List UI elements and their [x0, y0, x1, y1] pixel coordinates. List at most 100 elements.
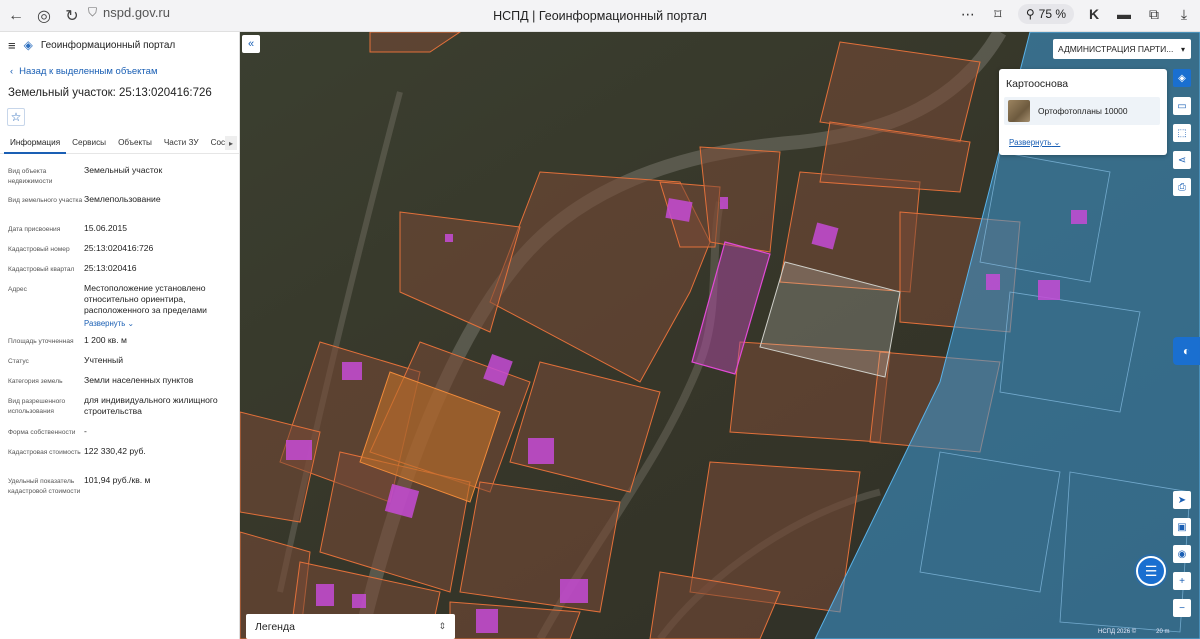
legend-label: Легенда	[255, 620, 295, 633]
app-name: Геоинформационный портал	[40, 39, 176, 51]
bookmark-icon[interactable]: ⌑	[988, 4, 1008, 24]
prop-value: Землепользование	[84, 194, 161, 204]
tab-parts[interactable]: Части ЗУ	[158, 134, 205, 154]
address-expand-link[interactable]: Развернуть ⌄	[84, 318, 134, 329]
basemap-option-label: Ортофотопланы 10000	[1038, 106, 1128, 116]
extension-k-icon[interactable]: K	[1084, 4, 1104, 24]
building[interactable]	[986, 274, 1000, 290]
prop-row: Кадастровая стоимость 122 330,42 руб.	[0, 445, 239, 474]
prop-label: Вид разрешенного использования	[8, 398, 66, 415]
prop-row: Категория земель Земли населенных пункто…	[0, 374, 239, 394]
basemap-expand-link[interactable]: Развернуть ⌄	[1009, 138, 1060, 147]
prop-value: 15.06.2015	[84, 223, 128, 233]
shield-icon: ⛉	[88, 5, 98, 19]
print-icon[interactable]: ⎙	[1173, 178, 1191, 196]
prop-value: 25:13:020416:726	[84, 243, 154, 253]
zoom-pill[interactable]: ⚲ 75 %	[1017, 4, 1074, 24]
tab-information[interactable]: Информация	[4, 134, 67, 154]
prop-value: Земли населенных пунктов	[84, 375, 194, 385]
layers-tool-icon[interactable]: ◈	[1173, 69, 1191, 87]
prop-value: для индивидуального жилищного строительс…	[84, 395, 218, 416]
collapse-panel-icon[interactable]: «	[242, 35, 260, 53]
building[interactable]	[560, 579, 588, 603]
prop-label: Категория земель	[8, 378, 63, 385]
map-view-icon[interactable]: ▣	[1173, 518, 1191, 536]
url-text: nspd.gov.ru	[103, 5, 170, 20]
admin-select-value: АДМИНИСТРАЦИЯ ПАРТИ...	[1058, 44, 1174, 54]
prop-row: Кадастровый номер 25:13:020416:726	[0, 242, 239, 262]
prop-label: Вид земельного участка	[8, 197, 83, 204]
tab-services[interactable]: Сервисы	[66, 134, 112, 154]
puzzle-icon[interactable]: ⧉	[1144, 4, 1164, 24]
prop-value: Местоположение установлено относительно …	[84, 282, 231, 334]
admin-district-select[interactable]: АДМИНИСТРАЦИЯ ПАРТИ... ▾	[1053, 39, 1191, 59]
address-bar[interactable]: ⛉ nspd.gov.ru	[88, 5, 170, 20]
land-parcel[interactable]	[459, 481, 621, 613]
prop-label: Кадастровая стоимость	[8, 449, 81, 456]
select-area-icon[interactable]: ⬚	[1173, 124, 1191, 142]
basemap-title: Картооснова	[1006, 78, 1069, 90]
hat-icon[interactable]: ▬	[1114, 4, 1134, 24]
share-icon[interactable]: ⋖	[1173, 151, 1191, 169]
zoom-out-icon[interactable]: −	[1173, 599, 1191, 617]
prop-row: Удельный показатель кадастровой стоимост…	[0, 474, 239, 508]
attribution-text: НСПД 2026 ©	[1098, 629, 1137, 635]
prop-label: Форма собственности	[8, 429, 76, 436]
building[interactable]	[476, 609, 498, 633]
building[interactable]	[720, 197, 728, 209]
prop-value: 25:13:020416	[84, 263, 137, 273]
info-panel: ≡ ◈ Геоинформационный портал ‹ Назад к в…	[0, 32, 240, 639]
menu-icon[interactable]: ≡	[8, 38, 16, 53]
prop-label: Кадастровый номер	[8, 246, 70, 253]
prop-row: Площадь уточненная 1 200 кв. м	[0, 334, 239, 354]
prop-value: 122 330,42 руб.	[84, 446, 146, 456]
building[interactable]	[528, 438, 554, 464]
locate-icon[interactable]: ➤	[1173, 491, 1191, 509]
building[interactable]	[342, 362, 362, 380]
download-icon[interactable]: ⤓	[1174, 4, 1194, 24]
prop-label: Адрес	[8, 286, 27, 293]
basemap-option[interactable]: Ортофотопланы 10000	[1004, 97, 1160, 125]
basemap-panel: Картооснова Ортофотопланы 10000 Разверну…	[999, 69, 1167, 155]
map-attribution: НСПД 2026 © 20 m	[1098, 629, 1170, 635]
zoom-in-icon[interactable]: +	[1173, 572, 1191, 590]
building[interactable]	[286, 440, 312, 460]
portal-logo-icon: ◈	[23, 38, 33, 52]
building[interactable]	[316, 584, 334, 606]
back-arrow-icon[interactable]: ←	[2, 2, 30, 30]
zoom-level: 75 %	[1038, 7, 1066, 21]
land-parcel[interactable]	[699, 146, 781, 253]
prop-row: Вид объекта недвижимости Земельный участ…	[0, 164, 239, 193]
legend-bar[interactable]: Легенда ⇕	[246, 614, 455, 639]
prop-value: -	[84, 426, 87, 436]
prop-value: Учтенный	[84, 355, 124, 365]
building[interactable]	[352, 594, 366, 608]
building[interactable]	[1038, 280, 1060, 300]
account-icon[interactable]: ◎	[30, 2, 58, 30]
tab-objects[interactable]: Объекты	[112, 134, 158, 154]
prop-row: Адрес Местоположение установлено относит…	[0, 282, 239, 334]
tabs-scroll-right-icon[interactable]: ▸	[225, 136, 237, 150]
reload-icon[interactable]: ↻	[58, 2, 86, 30]
building[interactable]	[665, 198, 693, 222]
more-icon[interactable]: ⋯	[958, 4, 978, 24]
favorite-star-icon[interactable]: ☆	[7, 108, 25, 126]
address-value: Местоположение установлено относительно …	[84, 283, 207, 315]
location-pin-icon[interactable]: ◉	[1173, 545, 1191, 563]
prop-row: Вид земельного участка Землепользование	[0, 193, 239, 222]
building[interactable]	[1071, 210, 1087, 224]
chevron-down-icon: ▾	[1180, 44, 1185, 54]
prop-label: Удельный показатель кадастровой стоимост…	[8, 478, 81, 495]
chat-icon[interactable]: ☰	[1136, 556, 1166, 586]
prop-label: Дата присвоения	[8, 226, 61, 233]
object-title: Земельный участок: 25:13:020416:726	[8, 87, 212, 99]
browser-toolbar: ← ◎ ↻ ⛉ nspd.gov.ru НСПД | Геоинформацио…	[0, 0, 1200, 32]
prop-value: Земельный участок	[84, 165, 163, 175]
info-tabs: Информация Сервисы Объекты Части ЗУ Сост…	[0, 134, 239, 154]
prop-row: Статус Учтенный	[0, 354, 239, 374]
assistant-icon[interactable]: ◐	[1173, 337, 1200, 365]
back-to-selected-link[interactable]: ‹ Назад к выделенным объектам	[10, 66, 239, 77]
ruler-tool-icon[interactable]: ▭	[1173, 97, 1191, 115]
zoom-search-icon: ⚲	[1025, 7, 1035, 21]
building[interactable]	[445, 234, 453, 242]
